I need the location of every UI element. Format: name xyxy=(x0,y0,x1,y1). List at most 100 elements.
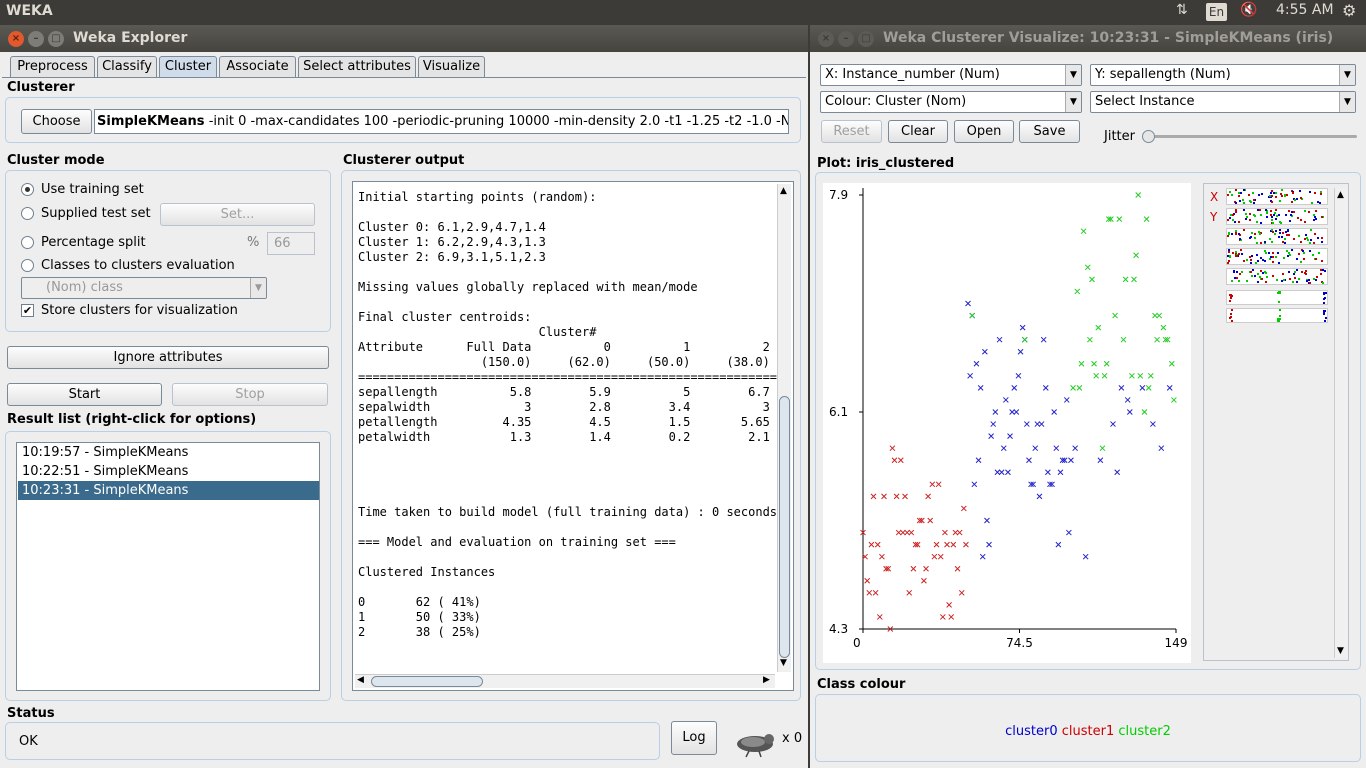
jitter-slider-thumb[interactable] xyxy=(1142,130,1155,143)
chevron-down-icon: ▼ xyxy=(1339,65,1355,85)
result-list[interactable]: 10:19:57 - SimpleKMeans 10:22:51 - Simpl… xyxy=(16,442,320,691)
set-test-set-button[interactable]: Set... xyxy=(160,203,315,226)
attribute-bar-dot xyxy=(1319,202,1321,204)
close-icon[interactable]: × xyxy=(818,31,834,47)
attribute-bar-dot xyxy=(1308,279,1310,281)
vertical-scroll-thumb[interactable] xyxy=(779,396,790,658)
attribute-bar-dot xyxy=(1259,233,1261,235)
class-attribute-combo[interactable]: (Nom) class ▼ xyxy=(21,277,267,299)
select-instance-combo[interactable]: Select Instance ▼ xyxy=(1090,91,1356,113)
minimize-icon[interactable]: – xyxy=(28,31,44,47)
attribute-bar-dot xyxy=(1316,276,1318,278)
result-list-item[interactable]: 10:19:57 - SimpleKMeans xyxy=(18,443,319,462)
legend-cluster2[interactable]: cluster2 xyxy=(1118,724,1170,739)
attribute-bar-dot xyxy=(1290,214,1292,216)
y-tick-label: 4.3 xyxy=(829,622,848,636)
legend-cluster0[interactable]: cluster0 xyxy=(1005,724,1057,739)
tab-select-attributes[interactable]: Select attributes xyxy=(298,56,416,77)
supplied-test-set-radio[interactable] xyxy=(21,207,34,220)
tab-preprocess[interactable]: Preprocess xyxy=(10,56,95,77)
clusterer-options-field[interactable]: SimpleKMeans -init 0 -max-candidates 100… xyxy=(94,109,789,134)
classes-to-clusters-radio[interactable] xyxy=(21,259,34,272)
colour-combo[interactable]: Colour: Cluster (Nom) ▼ xyxy=(820,91,1082,113)
ignore-attributes-button[interactable]: Ignore attributes xyxy=(7,346,329,369)
store-clusters-checkbox[interactable]: ✔ xyxy=(21,304,34,317)
maximize-icon[interactable]: □ xyxy=(858,31,874,47)
attribute-bar-dot xyxy=(1284,238,1286,240)
log-button[interactable]: Log xyxy=(671,721,717,755)
attribute-bar-dot xyxy=(1275,256,1277,258)
attribute-bar-dot xyxy=(1251,275,1253,277)
attribute-bar[interactable] xyxy=(1226,228,1328,245)
attribute-bar-dot xyxy=(1279,232,1281,234)
attribute-bar[interactable] xyxy=(1226,308,1328,323)
x-marker-label: X xyxy=(1210,190,1219,204)
attribute-bar[interactable] xyxy=(1226,248,1328,265)
scatter-plot[interactable]: 4.3 6.1 7.9 0 74.5 149 xyxy=(823,183,1191,663)
scroll-down-icon[interactable]: ▼ xyxy=(780,658,787,668)
tab-classify[interactable]: Classify xyxy=(97,56,157,77)
maximize-icon[interactable]: □ xyxy=(48,31,64,47)
explorer-title: Weka Explorer xyxy=(73,30,188,46)
attribute-bar[interactable] xyxy=(1226,290,1328,305)
weka-bird-icon[interactable] xyxy=(729,730,777,758)
attribute-bar-dot xyxy=(1298,235,1300,237)
reset-button[interactable]: Reset xyxy=(821,120,882,143)
scroll-right-icon[interactable]: ▶ xyxy=(763,675,770,685)
percentage-split-radio[interactable] xyxy=(21,236,34,249)
stop-button[interactable]: Stop xyxy=(172,383,328,406)
close-icon[interactable]: × xyxy=(8,31,24,47)
chevron-down-icon: ▼ xyxy=(1339,92,1355,112)
attribute-bar-dot xyxy=(1243,209,1245,211)
attribute-bar-dot xyxy=(1238,221,1240,223)
attribute-bar-dot xyxy=(1296,258,1298,260)
scroll-down-icon[interactable]: ▼ xyxy=(1337,646,1344,656)
attribute-bar[interactable] xyxy=(1226,208,1328,225)
attribute-bar-dot xyxy=(1301,271,1303,273)
y-axis-combo[interactable]: Y: sepallength (Num) ▼ xyxy=(1090,64,1356,86)
legend-cluster1[interactable]: cluster1 xyxy=(1062,724,1114,739)
horizontal-scroll-thumb[interactable] xyxy=(371,676,483,687)
minimize-icon[interactable]: – xyxy=(838,31,854,47)
save-button[interactable]: Save xyxy=(1019,120,1080,143)
attribute-bar-dot xyxy=(1235,233,1237,235)
result-list-item-selected[interactable]: 10:23:31 - SimpleKMeans xyxy=(18,481,319,500)
attribute-bar-dot xyxy=(1323,292,1325,294)
settings-gear-icon[interactable]: ⚙ xyxy=(1342,1,1356,20)
clear-button[interactable]: Clear xyxy=(888,120,948,143)
clusterer-output-panel[interactable]: Initial starting points (random): Cluste… xyxy=(352,181,794,691)
chevron-down-icon: ▼ xyxy=(1065,65,1081,85)
attribute-bar-dot xyxy=(1250,259,1252,261)
attribute-bar-dot xyxy=(1278,214,1280,216)
choose-button[interactable]: Choose xyxy=(21,109,92,134)
jitter-track[interactable] xyxy=(1143,135,1357,138)
tab-visualize[interactable]: Visualize xyxy=(418,56,485,77)
horizontal-scrollbar[interactable]: ◀ ▶ xyxy=(355,674,775,688)
result-list-item[interactable]: 10:22:51 - SimpleKMeans xyxy=(18,462,319,481)
attribute-bar[interactable] xyxy=(1226,188,1328,205)
attribute-bar-dot xyxy=(1271,241,1273,243)
attribute-bar-dot xyxy=(1264,260,1266,262)
visualizer-title: Weka Clusterer Visualize: 10:23:31 - Sim… xyxy=(883,30,1334,46)
attribute-bar-dot xyxy=(1228,251,1230,253)
x-axis-combo[interactable]: X: Instance_number (Num) ▼ xyxy=(820,64,1082,86)
scroll-up-icon[interactable]: ▲ xyxy=(780,186,787,196)
attribute-bar-dot xyxy=(1253,202,1255,204)
clock[interactable]: 4:55 AM xyxy=(1276,2,1334,18)
scroll-up-icon[interactable]: ▲ xyxy=(1337,190,1344,200)
network-icon[interactable]: ⇅ xyxy=(1176,2,1188,18)
attribute-bar[interactable] xyxy=(1226,268,1328,285)
scroll-left-icon[interactable]: ◀ xyxy=(357,675,364,685)
tab-associate[interactable]: Associate xyxy=(219,56,296,77)
store-clusters-label: Store clusters for visualization xyxy=(41,303,238,318)
start-button[interactable]: Start xyxy=(7,383,162,406)
clusterer-output-text[interactable]: Initial starting points (random): Cluste… xyxy=(358,190,777,640)
open-button[interactable]: Open xyxy=(954,120,1014,143)
volume-muted-icon[interactable]: 🔇 xyxy=(1240,2,1257,18)
attribute-scrollbar[interactable]: ▲ ▼ xyxy=(1334,188,1348,658)
use-training-set-radio[interactable] xyxy=(21,183,34,196)
tab-cluster[interactable]: Cluster xyxy=(159,56,217,77)
vertical-scrollbar[interactable]: ▲ ▼ xyxy=(777,184,791,672)
language-indicator[interactable]: En xyxy=(1206,3,1227,21)
percentage-split-input[interactable]: 66 xyxy=(267,232,315,255)
